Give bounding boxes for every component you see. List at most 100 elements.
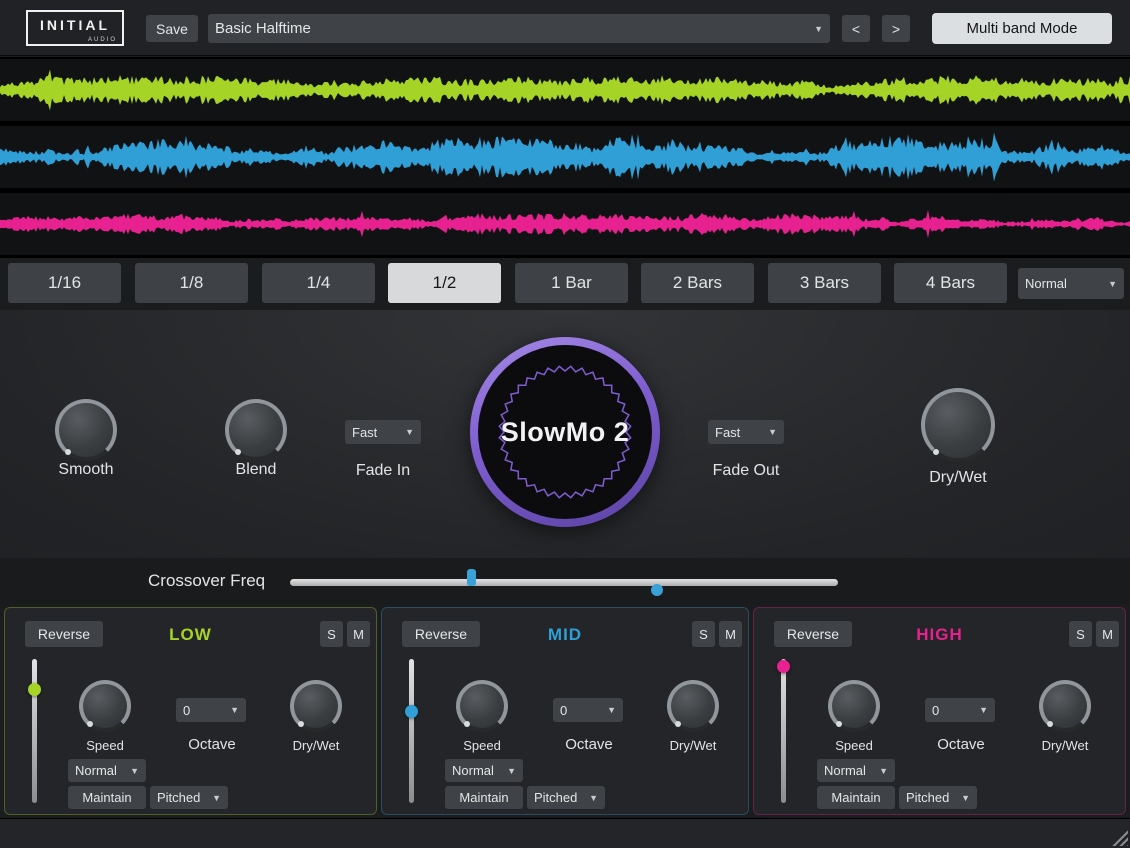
- fade-out-select[interactable]: Fast ▼: [708, 420, 784, 444]
- speed-knob[interactable]: [828, 680, 880, 732]
- chevron-down-icon: ▼: [979, 705, 988, 715]
- chevron-down-icon: ▼: [230, 705, 239, 715]
- fade-out-value: Fast: [715, 425, 740, 440]
- time-button-3bars[interactable]: 3 Bars: [768, 263, 881, 303]
- speed-knob[interactable]: [79, 680, 131, 732]
- trigger-mode-select[interactable]: Normal ▼: [1018, 268, 1124, 299]
- waveform-lane-low: [0, 59, 1130, 121]
- maintain-button[interactable]: Maintain: [68, 786, 146, 809]
- chevron-down-icon: ▼: [589, 793, 598, 803]
- blend-knob[interactable]: [225, 399, 287, 461]
- knob-indicator: [65, 449, 71, 455]
- logo-text: INITIAL: [28, 17, 122, 33]
- time-button-1-8[interactable]: 1/8: [135, 263, 248, 303]
- pitch-mode-value: Pitched: [534, 790, 577, 805]
- octave-select[interactable]: 0 ▼: [176, 698, 246, 722]
- octave-value: 0: [560, 703, 567, 718]
- chevron-down-icon: ▼: [405, 427, 414, 437]
- logo-subtext: AUDIO: [88, 37, 117, 43]
- pitch-mode-select[interactable]: Pitched ▼: [527, 786, 605, 809]
- chevron-down-icon: ▼: [212, 793, 221, 803]
- prev-preset-button[interactable]: <: [842, 15, 870, 42]
- band-level-slider[interactable]: [32, 659, 37, 803]
- band-panel-mid: Reverse MID S M Speed 0 ▼ Octave Dry/Wet…: [381, 607, 749, 815]
- band-mode-value: Normal: [75, 763, 117, 778]
- speed-label: Speed: [442, 738, 522, 753]
- pitch-mode-value: Pitched: [906, 790, 949, 805]
- smooth-knob[interactable]: [55, 399, 117, 461]
- drywet-knob[interactable]: [921, 388, 995, 462]
- knob-indicator: [298, 721, 304, 727]
- band-mode-value: Normal: [452, 763, 494, 778]
- chevron-down-icon: ▼: [879, 766, 888, 776]
- next-preset-button[interactable]: >: [882, 15, 910, 42]
- mute-button[interactable]: M: [347, 621, 370, 647]
- crossover-label: Crossover Freq: [148, 571, 265, 591]
- slowmo-logo-inner: SlowMo 2: [478, 345, 652, 519]
- chevron-down-icon: ▼: [961, 793, 970, 803]
- pitch-mode-select[interactable]: Pitched ▼: [899, 786, 977, 809]
- crossover-section: Crossover Freq: [0, 558, 1130, 605]
- chevron-down-icon: ▼: [507, 766, 516, 776]
- knob-indicator: [464, 721, 470, 727]
- fade-in-select[interactable]: Fast ▼: [345, 420, 421, 444]
- mute-button[interactable]: M: [1096, 621, 1119, 647]
- smooth-label: Smooth: [36, 461, 136, 479]
- octave-select[interactable]: 0 ▼: [925, 698, 995, 722]
- octave-label: Octave: [172, 736, 252, 753]
- preset-select[interactable]: Basic Halftime ▼: [208, 14, 830, 43]
- band-level-slider[interactable]: [409, 659, 414, 803]
- band-mode-select[interactable]: Normal ▼: [445, 759, 523, 782]
- crossover-handle-low-mid[interactable]: [467, 569, 476, 586]
- maintain-button[interactable]: Maintain: [817, 786, 895, 809]
- save-button[interactable]: Save: [146, 15, 198, 42]
- time-button-2bars[interactable]: 2 Bars: [641, 263, 754, 303]
- mute-button[interactable]: M: [719, 621, 742, 647]
- solo-button[interactable]: S: [692, 621, 715, 647]
- pitch-mode-select[interactable]: Pitched ▼: [150, 786, 228, 809]
- chevron-down-icon: ▼: [814, 24, 823, 34]
- chevron-down-icon: ▼: [768, 427, 777, 437]
- band-drywet-knob[interactable]: [290, 680, 342, 732]
- chevron-down-icon: ▼: [607, 705, 616, 715]
- time-button-1-16[interactable]: 1/16: [8, 263, 121, 303]
- time-button-4bars[interactable]: 4 Bars: [894, 263, 1007, 303]
- band-level-handle[interactable]: [28, 683, 41, 696]
- fade-in-label: Fade In: [333, 462, 433, 480]
- band-level-handle[interactable]: [777, 660, 790, 673]
- time-button-1-4[interactable]: 1/4: [262, 263, 375, 303]
- time-division-row: 1/16 1/8 1/4 1/2 1 Bar 2 Bars 3 Bars 4 B…: [0, 258, 1130, 310]
- speed-label: Speed: [814, 738, 894, 753]
- time-button-1bar[interactable]: 1 Bar: [515, 263, 628, 303]
- maintain-button[interactable]: Maintain: [445, 786, 523, 809]
- octave-select[interactable]: 0 ▼: [553, 698, 623, 722]
- octave-value: 0: [183, 703, 190, 718]
- solo-button[interactable]: S: [320, 621, 343, 647]
- band-mode-select[interactable]: Normal ▼: [68, 759, 146, 782]
- waveform-lane-high: [0, 193, 1130, 255]
- band-drywet-knob[interactable]: [667, 680, 719, 732]
- drywet-label: Dry/Wet: [908, 469, 1008, 487]
- fade-out-label: Fade Out: [696, 462, 796, 480]
- knob-indicator: [1047, 721, 1053, 727]
- crossover-slider-track[interactable]: [290, 579, 838, 586]
- band-level-handle[interactable]: [405, 705, 418, 718]
- resize-grip-icon[interactable]: [1111, 829, 1128, 846]
- initial-audio-logo: INITIAL AUDIO: [26, 10, 124, 46]
- knob-indicator: [836, 721, 842, 727]
- speed-knob[interactable]: [456, 680, 508, 732]
- knob-face: [925, 392, 991, 458]
- waveform-display: [0, 57, 1130, 258]
- band-drywet-label: Dry/Wet: [1025, 738, 1105, 753]
- crossover-handle-mid-high[interactable]: [651, 584, 663, 596]
- octave-label: Octave: [549, 736, 629, 753]
- band-mode-select[interactable]: Normal ▼: [817, 759, 895, 782]
- band-drywet-knob[interactable]: [1039, 680, 1091, 732]
- octave-label: Octave: [921, 736, 1001, 753]
- band-level-slider[interactable]: [781, 659, 786, 803]
- chevron-down-icon: ▼: [130, 766, 139, 776]
- preset-name: Basic Halftime: [215, 20, 311, 37]
- time-button-1-2[interactable]: 1/2: [388, 263, 501, 303]
- solo-button[interactable]: S: [1069, 621, 1092, 647]
- multiband-mode-button[interactable]: Multi band Mode: [932, 13, 1112, 44]
